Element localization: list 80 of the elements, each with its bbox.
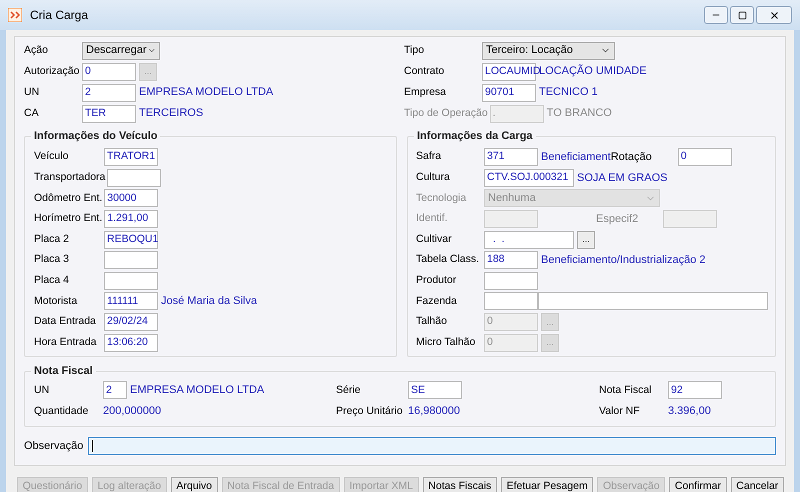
field-label: Placa 3 <box>34 252 70 268</box>
field-label: Produtor <box>416 272 458 288</box>
value-text: 200,000000 <box>103 404 162 420</box>
action-button[interactable]: Efetuar Pesagem <box>500 476 594 492</box>
field-label: Rotação <box>610 150 653 166</box>
field-label: Ação <box>24 42 49 58</box>
description-text: LOCAÇÃO UMIDADE <box>539 63 647 80</box>
action-button[interactable]: Notas Fiscais <box>422 476 497 492</box>
field-label: Valor NF <box>599 404 641 419</box>
field-label: Safra <box>416 149 442 164</box>
field-label: Data Entrada <box>34 314 97 330</box>
group-title: Informações da Carga <box>414 129 536 143</box>
text-field[interactable]: 29/02/24 <box>104 313 158 332</box>
field-label: Placa 2 <box>34 232 70 247</box>
text-field[interactable]: CTV.SOJ.000321 <box>484 168 574 187</box>
field-label: Série <box>336 382 362 398</box>
description-text: Beneficiament <box>541 150 611 166</box>
field-label: Cultura <box>416 170 451 186</box>
field-label: Veículo <box>34 149 70 164</box>
field-label: Preço Unitário <box>336 404 404 419</box>
field-label: Nota Fiscal <box>599 382 653 398</box>
browse-button[interactable]: ... <box>577 230 595 249</box>
description-text: EMPRESA MODELO LTDA <box>139 85 274 100</box>
field-label: Micro Talhão <box>416 334 476 350</box>
action-button[interactable]: Arquivo <box>170 476 218 492</box>
description-text: SOJA EM GRAOS <box>577 170 668 186</box>
action-button[interactable]: Confirmar <box>669 476 727 492</box>
field-label: CA <box>24 106 40 121</box>
text-field[interactable]: 0 <box>82 62 136 80</box>
value-text: 3.396,00 <box>668 404 711 420</box>
field-label: Especif2 <box>596 212 640 227</box>
description-text: TERCEIROS <box>139 106 204 122</box>
description-text: TECNICO 1 <box>539 85 598 100</box>
text-field[interactable]: 2 <box>103 381 127 400</box>
field-label: Observação <box>24 438 84 454</box>
description-text: EMPRESA MODELO LTDA <box>130 383 264 398</box>
field-label: Tipo de Operação <box>404 106 489 121</box>
dropdown[interactable]: Descarregar <box>82 42 160 60</box>
action-button[interactable]: Cancelar <box>730 476 784 492</box>
dropdown[interactable]: Terceiro: Locação <box>482 42 615 60</box>
group-title: Informações do Veículo <box>31 129 160 143</box>
value-text: 16,980000 <box>408 404 460 420</box>
description-text: TO BRANCO <box>546 106 612 122</box>
text-field[interactable]: 92 <box>668 381 722 400</box>
text-field[interactable]: 1.291,00 <box>104 210 158 228</box>
field-label: Tabela Class. <box>416 252 480 268</box>
field-label: Empresa <box>404 84 448 100</box>
field-label: Odômetro Ent. <box>34 190 104 206</box>
text-field[interactable]: 13:06:20 <box>104 334 158 352</box>
field-label: Tecnologia <box>416 190 468 206</box>
text-field[interactable]: TRATOR1 <box>104 148 158 166</box>
text-field[interactable]: . . <box>484 230 574 249</box>
field-label: Tipo <box>404 42 426 58</box>
field-label: Placa 4 <box>34 272 70 288</box>
field-label: UN <box>24 84 40 100</box>
text-field[interactable]: 0 <box>678 148 732 166</box>
field-label: UN <box>34 382 50 398</box>
field-label: Hora Entrada <box>34 334 98 350</box>
description-text: José Maria da Silva <box>161 294 257 310</box>
text-field[interactable]: 90701 <box>482 84 536 102</box>
text-field[interactable]: TER <box>82 104 136 122</box>
text-field[interactable]: 30000 <box>104 189 158 208</box>
text-field[interactable]: 2 <box>82 84 136 102</box>
field-label: Autorização <box>24 64 80 79</box>
field-label: Cultivar <box>416 232 453 247</box>
field-label: Motorista <box>34 294 78 309</box>
field-label: Contrato <box>404 64 446 79</box>
window-title: Cria Carga <box>30 7 88 24</box>
field-label: Fazenda <box>416 294 458 309</box>
field-label: Identif. <box>416 211 449 226</box>
text-field[interactable]: 371 <box>484 148 538 166</box>
text-field[interactable]: SE <box>408 381 462 400</box>
text-field[interactable]: 188 <box>484 251 538 270</box>
text-field[interactable]: 111111 <box>104 292 158 310</box>
text-field[interactable]: REBOQU1 <box>104 230 158 249</box>
field-label: Transportadora <box>34 170 106 186</box>
description-text: Beneficiamento/Industrialização 2 <box>541 253 706 268</box>
field-label: Quantidade <box>34 404 90 419</box>
field-label: Horímetro Ent. <box>34 211 104 226</box>
field-label: Talhão <box>416 314 448 330</box>
